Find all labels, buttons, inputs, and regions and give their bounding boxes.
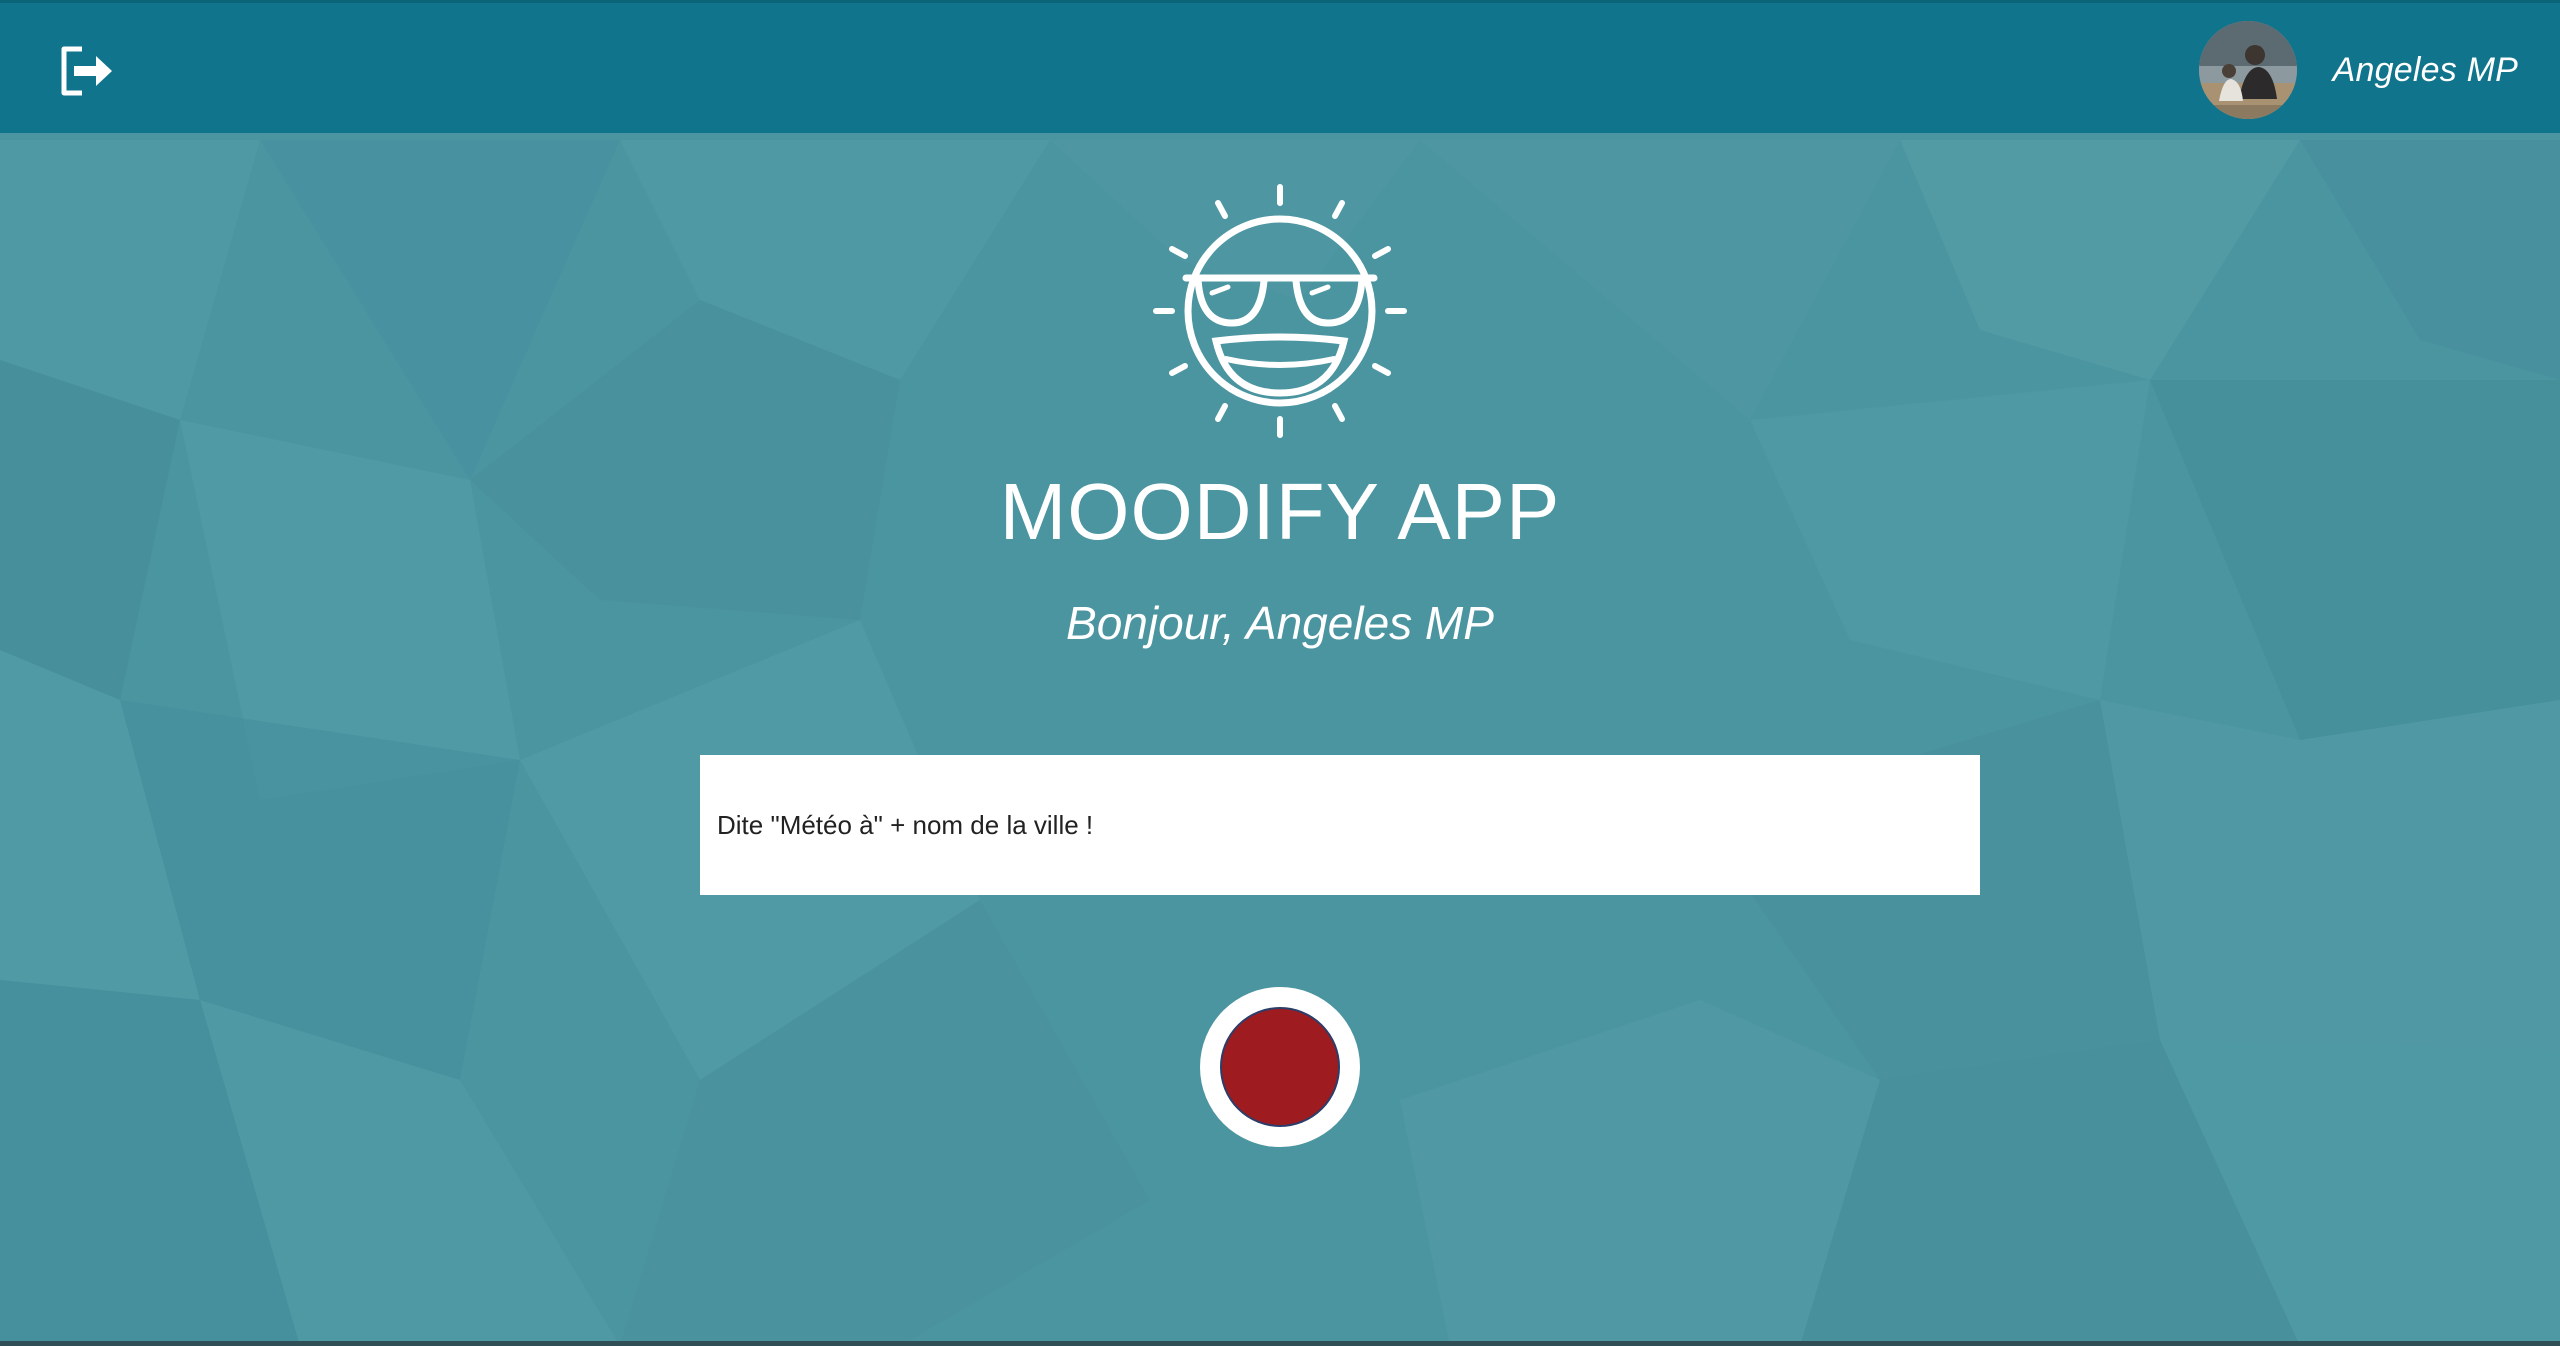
user-profile[interactable]: Angeles MP: [2198, 21, 2518, 119]
voice-prompt-text: Dite "Météo à" + nom de la ville !: [717, 809, 1094, 840]
app-title: MOODIFY APP: [999, 467, 1561, 556]
record-button[interactable]: [1200, 987, 1360, 1147]
logout-button[interactable]: [58, 43, 118, 99]
greeting-text: Bonjour, Angeles MP: [1066, 597, 1494, 649]
voice-prompt-box: Dite "Météo à" + nom de la ville !: [700, 755, 1980, 895]
avatar-photo: [2198, 21, 2297, 119]
avatar[interactable]: [2198, 21, 2297, 119]
sunglasses-sun-icon: [1153, 184, 1407, 438]
main-content: MOODIFY APP Bonjour, Angeles MP Dite "Mé…: [0, 133, 2560, 1343]
top-navbar: Angeles MP: [0, 0, 2560, 133]
record-icon: [1220, 1007, 1340, 1127]
username[interactable]: Angeles MP: [2333, 51, 2518, 90]
logout-icon: [61, 46, 112, 96]
bottom-edge: [0, 1341, 2560, 1346]
